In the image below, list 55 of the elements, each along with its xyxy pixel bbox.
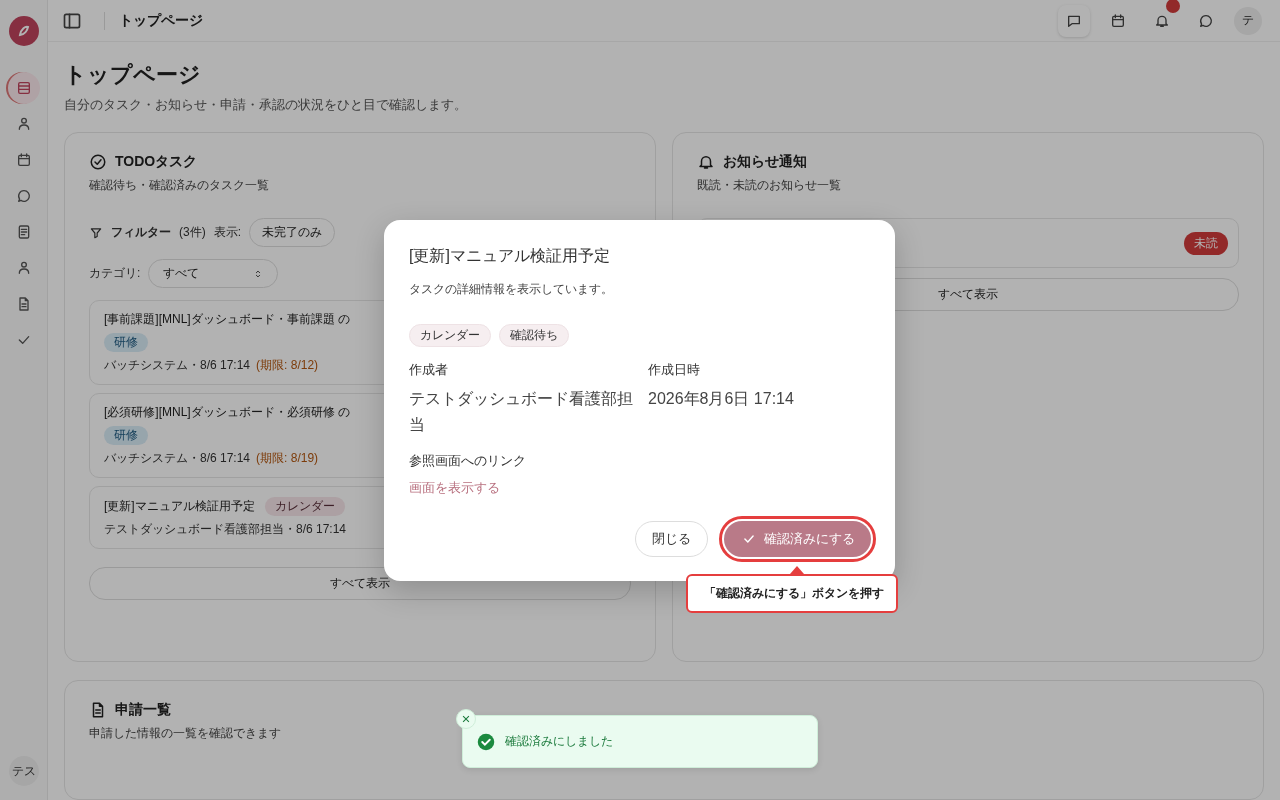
task-title: [更新]マニュアル検証用予定 <box>104 498 255 515</box>
card-title: TODOタスク <box>115 153 198 171</box>
header-button[interactable] <box>1058 4 1090 37</box>
field-label: 作成者 <box>409 361 449 379</box>
unread-badge: 未読 <box>1184 231 1228 255</box>
card-title: 申請一覧 <box>115 701 171 719</box>
task-meta: バッチシステム・8/6 17:14 <box>104 357 251 374</box>
task-meta: テストダッシュボード看護部担当・8/6 17:14 <box>104 521 347 538</box>
card-subtitle: 申請した情報の一覧を確認できます <box>89 725 281 742</box>
chat-bubble-icon <box>1198 12 1214 29</box>
tag: カレンダー <box>409 324 491 347</box>
chat-bubble-icon <box>15 188 32 204</box>
page-title: トップページ <box>64 61 202 89</box>
dialog-title: [更新]マニュアル検証用予定 <box>409 246 611 266</box>
user-avatar[interactable]: テ <box>1234 6 1262 35</box>
task-tag: カレンダー <box>264 497 345 516</box>
field-label: 参照画面へのリンク <box>409 452 527 470</box>
task-deadline: (期限: 8/12) <box>256 357 319 374</box>
guide-callout: 「確認済みにする」ボタンを押す <box>686 574 898 613</box>
sidebar-item[interactable] <box>7 72 40 104</box>
filter-label: フィルター <box>111 224 171 241</box>
view-label: 表示: <box>213 224 241 241</box>
calendar-icon <box>1110 12 1126 29</box>
bell-icon <box>697 153 715 171</box>
filter-count: (3件) <box>179 224 206 241</box>
task-tag: 研修 <box>104 426 148 445</box>
calendar-icon <box>15 152 32 168</box>
callout-pointer <box>790 566 804 574</box>
task-title: [必須研修][MNL]ダッシュボード・必須研修 の <box>104 404 350 421</box>
check-circle-icon <box>477 732 495 751</box>
task-deadline: (期限: 8/19) <box>256 450 319 467</box>
toast-message: 確認済みにしました <box>505 733 613 750</box>
card-subtitle: 確認待ち・確認済みのタスク一覧 <box>89 177 269 194</box>
filter-chip[interactable]: 未完了のみ <box>249 218 335 247</box>
tag: 確認待ち <box>499 324 569 347</box>
close-button[interactable]: 閉じる <box>635 521 708 557</box>
filter-icon <box>89 225 103 240</box>
category-label: カテゴリ: <box>89 265 141 282</box>
close-icon <box>461 714 471 724</box>
card-subtitle: 既読・未読のお知らせ一覧 <box>697 177 841 194</box>
dialog-description: タスクの詳細情報を表示しています。 <box>409 281 614 298</box>
page-subtitle: 自分のタスク・お知らせ・申請・承認の状況をひと目で確認します。 <box>64 96 468 114</box>
grid-icon <box>15 80 32 96</box>
field-label: 作成日時 <box>648 361 701 379</box>
task-meta: バッチシステム・8/6 17:14 <box>104 450 251 467</box>
task-tag: 研修 <box>104 333 148 352</box>
category-select[interactable]: すべて <box>148 259 279 288</box>
card-title: お知らせ通知 <box>723 153 807 171</box>
check-circle-icon <box>89 153 107 171</box>
task-title: [事前課題][MNL]ダッシュボード・事前課題 の <box>104 311 350 328</box>
header-title: トップページ <box>104 11 203 30</box>
user-avatar[interactable]: テス <box>8 756 39 786</box>
logo-icon[interactable] <box>8 16 39 46</box>
check-icon <box>742 532 756 546</box>
field-value: 2026年8月6日 17:14 <box>648 389 795 409</box>
